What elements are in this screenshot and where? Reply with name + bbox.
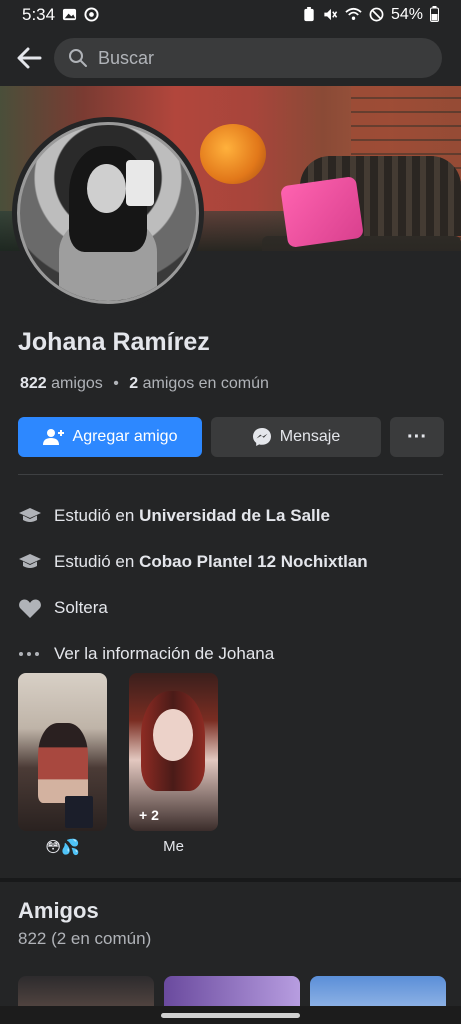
friends-section-count: 822 (2 en común) [18,929,152,948]
message-label: Mensaje [279,428,341,445]
mutual-label: amigos en común [142,375,269,392]
profile-name: Johana Ramírez [18,328,210,356]
avatar-face [86,163,126,213]
clock: 5:34 [22,5,56,24]
featured-face [153,709,193,761]
cover-pillow [280,176,364,248]
status-left: 5:34 [22,5,99,25]
education-2-prefix: Estudió en [54,552,135,571]
add-friend-label: Agregar amigo [72,428,178,445]
featured-collections: 😳💦 + 2 Me [18,673,218,856]
education-2-school[interactable]: Cobao Plantel 12 Nochixtlan [139,552,368,572]
nfc-icon [303,6,315,24]
featured-caption: Me [163,838,184,855]
profile-avatar[interactable] [17,122,199,304]
education-1-prefix: Estudió en [54,506,135,525]
add-friend-button[interactable]: Agregar amigo [18,417,202,457]
dnd-icon [369,7,384,24]
featured-item[interactable]: + 2 Me [129,673,218,856]
search-input[interactable]: Buscar [54,38,442,78]
featured-caption: 😳💦 [45,839,80,856]
heart-icon [18,598,54,619]
status-bar: 5:34 54% [0,0,461,30]
detail-education-1: Estudió en Universidad de La Salle [18,493,448,539]
see-about-info[interactable]: Ver la información de Johana [18,631,448,677]
sync-icon [84,6,99,24]
status-right: 54% [303,6,439,24]
detail-education-2: Estudió en Cobao Plantel 12 Nochixtlan [18,539,448,585]
wifi-icon [345,7,362,23]
search-placeholder: Buscar [98,47,155,68]
ellipsis-icon [18,651,54,657]
education-1-school[interactable]: Universidad de La Salle [139,506,330,526]
image-icon [62,7,77,24]
graduation-cap-icon [18,506,54,526]
featured-thumbnail: + 2 [129,673,218,831]
friends-label: amigos [51,375,103,392]
friends-summary[interactable]: 822 amigos • 2 amigos en común [20,375,269,393]
more-icon: ··· [407,425,427,448]
search-icon [69,49,87,67]
cover-flowers [200,124,266,184]
divider [18,474,443,475]
mute-icon [322,7,338,24]
avatar-phone [125,160,154,206]
battery-icon [430,6,439,24]
relationship-status: Soltera [54,598,108,617]
add-friend-icon [42,429,64,445]
friends-count: 822 [20,375,47,392]
profile-details: Estudió en Universidad de La Salle Estud… [18,493,448,677]
back-arrow-icon [17,47,42,69]
messenger-icon [252,428,271,446]
battery-percent: 54% [390,6,423,23]
friends-separator: • [113,375,119,392]
friends-section-title[interactable]: Amigos [18,898,99,924]
top-bar: Buscar [0,36,461,80]
profile-actions: Agregar amigo Mensaje ··· [18,417,444,457]
see-info-label: Ver la información de Johana [54,644,275,663]
featured-person [38,723,88,803]
featured-screen [65,796,93,828]
avatar-ring [12,117,204,309]
home-indicator[interactable] [161,1013,300,1018]
graduation-cap-icon [18,552,54,572]
featured-thumbnail [18,673,107,831]
back-button[interactable] [12,41,46,75]
mutual-count: 2 [129,375,139,392]
featured-count-overlay: + 2 [139,807,159,823]
section-separator [0,878,461,882]
detail-relationship: Soltera [18,585,448,631]
more-options-button[interactable]: ··· [390,417,444,457]
message-button[interactable]: Mensaje [211,417,381,457]
featured-item[interactable]: 😳💦 [18,673,107,856]
